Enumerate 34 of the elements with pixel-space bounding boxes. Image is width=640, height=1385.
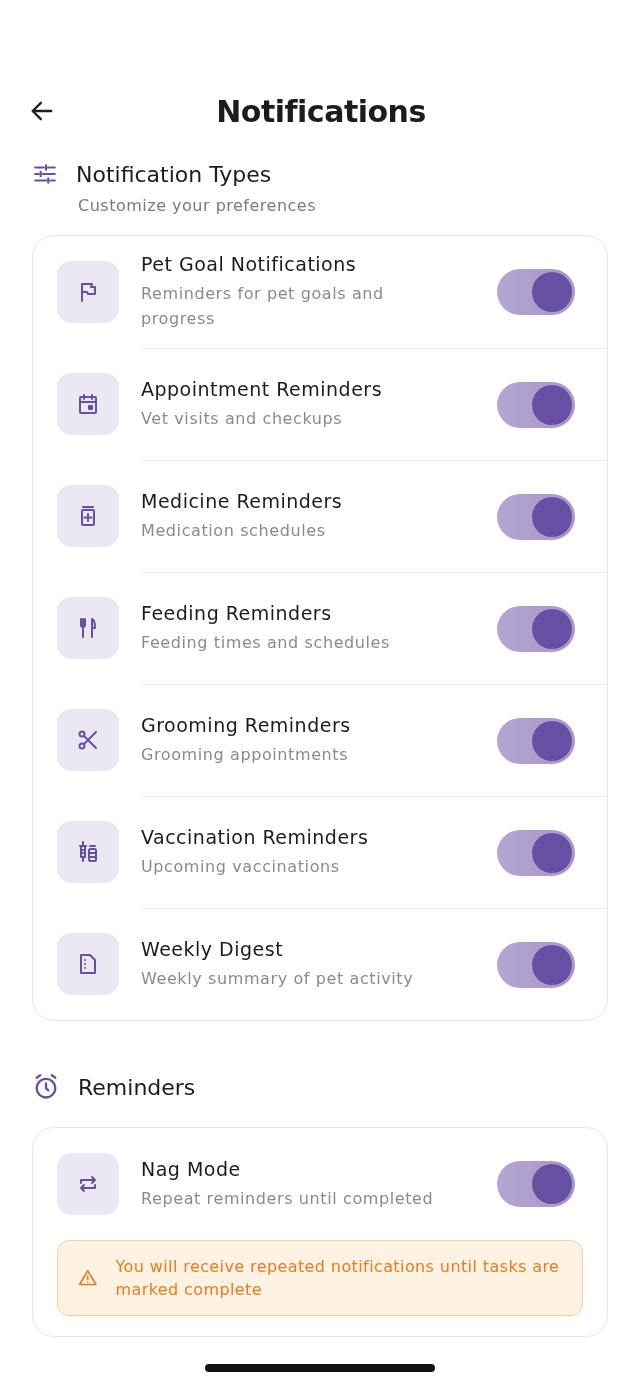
toggle-switch[interactable]	[497, 941, 575, 988]
toggle-switch[interactable]	[497, 493, 575, 540]
setting-description: Weekly summary of pet activity	[141, 968, 415, 990]
setting-title: Pet Goal Notifications	[141, 253, 358, 275]
section-subtitle: Customize your preferences	[78, 196, 318, 215]
page-title: Notifications	[215, 93, 427, 129]
setting-title: Nag Mode	[141, 1157, 242, 1180]
toggle-switch[interactable]	[497, 1161, 575, 1207]
setting-title: Vaccination Reminders	[141, 826, 370, 848]
warning-text: You will receive repeated notifications until tasks are marked complete	[115, 1256, 561, 1301]
scissors-icon	[76, 728, 100, 752]
setting-title: Grooming Reminders	[141, 714, 352, 736]
toggle-switch[interactable]	[497, 829, 575, 876]
section-title: Reminders	[78, 1074, 196, 1100]
calendar-icon	[76, 392, 100, 416]
setting-description: Feeding times and schedules	[141, 632, 391, 654]
setting-description: Medication schedules	[141, 520, 327, 542]
setting-description: Reminders for pet goals and progress	[141, 283, 385, 330]
section-title: Notification Types	[76, 161, 272, 187]
toggle-switch[interactable]	[497, 381, 575, 428]
setting-description: Grooming appointments	[141, 744, 350, 766]
setting-description: Upcoming vaccinations	[141, 856, 341, 878]
setting-title: Medicine Reminders	[141, 490, 344, 512]
setting-title: Appointment Reminders	[141, 378, 384, 400]
setting-title: Weekly Digest	[141, 938, 285, 960]
setting-title: Feeding Reminders	[141, 602, 333, 624]
sliders-icon	[32, 161, 58, 187]
setting-description: Vet visits and checkups	[141, 408, 344, 430]
toggle-switch[interactable]	[497, 717, 575, 764]
toggle-switch[interactable]	[497, 269, 575, 315]
alarm-clock-icon	[32, 1073, 60, 1101]
setting-description: Repeat reminders until completed	[141, 1187, 435, 1210]
syringe-vial-icon	[76, 840, 100, 864]
toggle-switch[interactable]	[497, 605, 575, 652]
